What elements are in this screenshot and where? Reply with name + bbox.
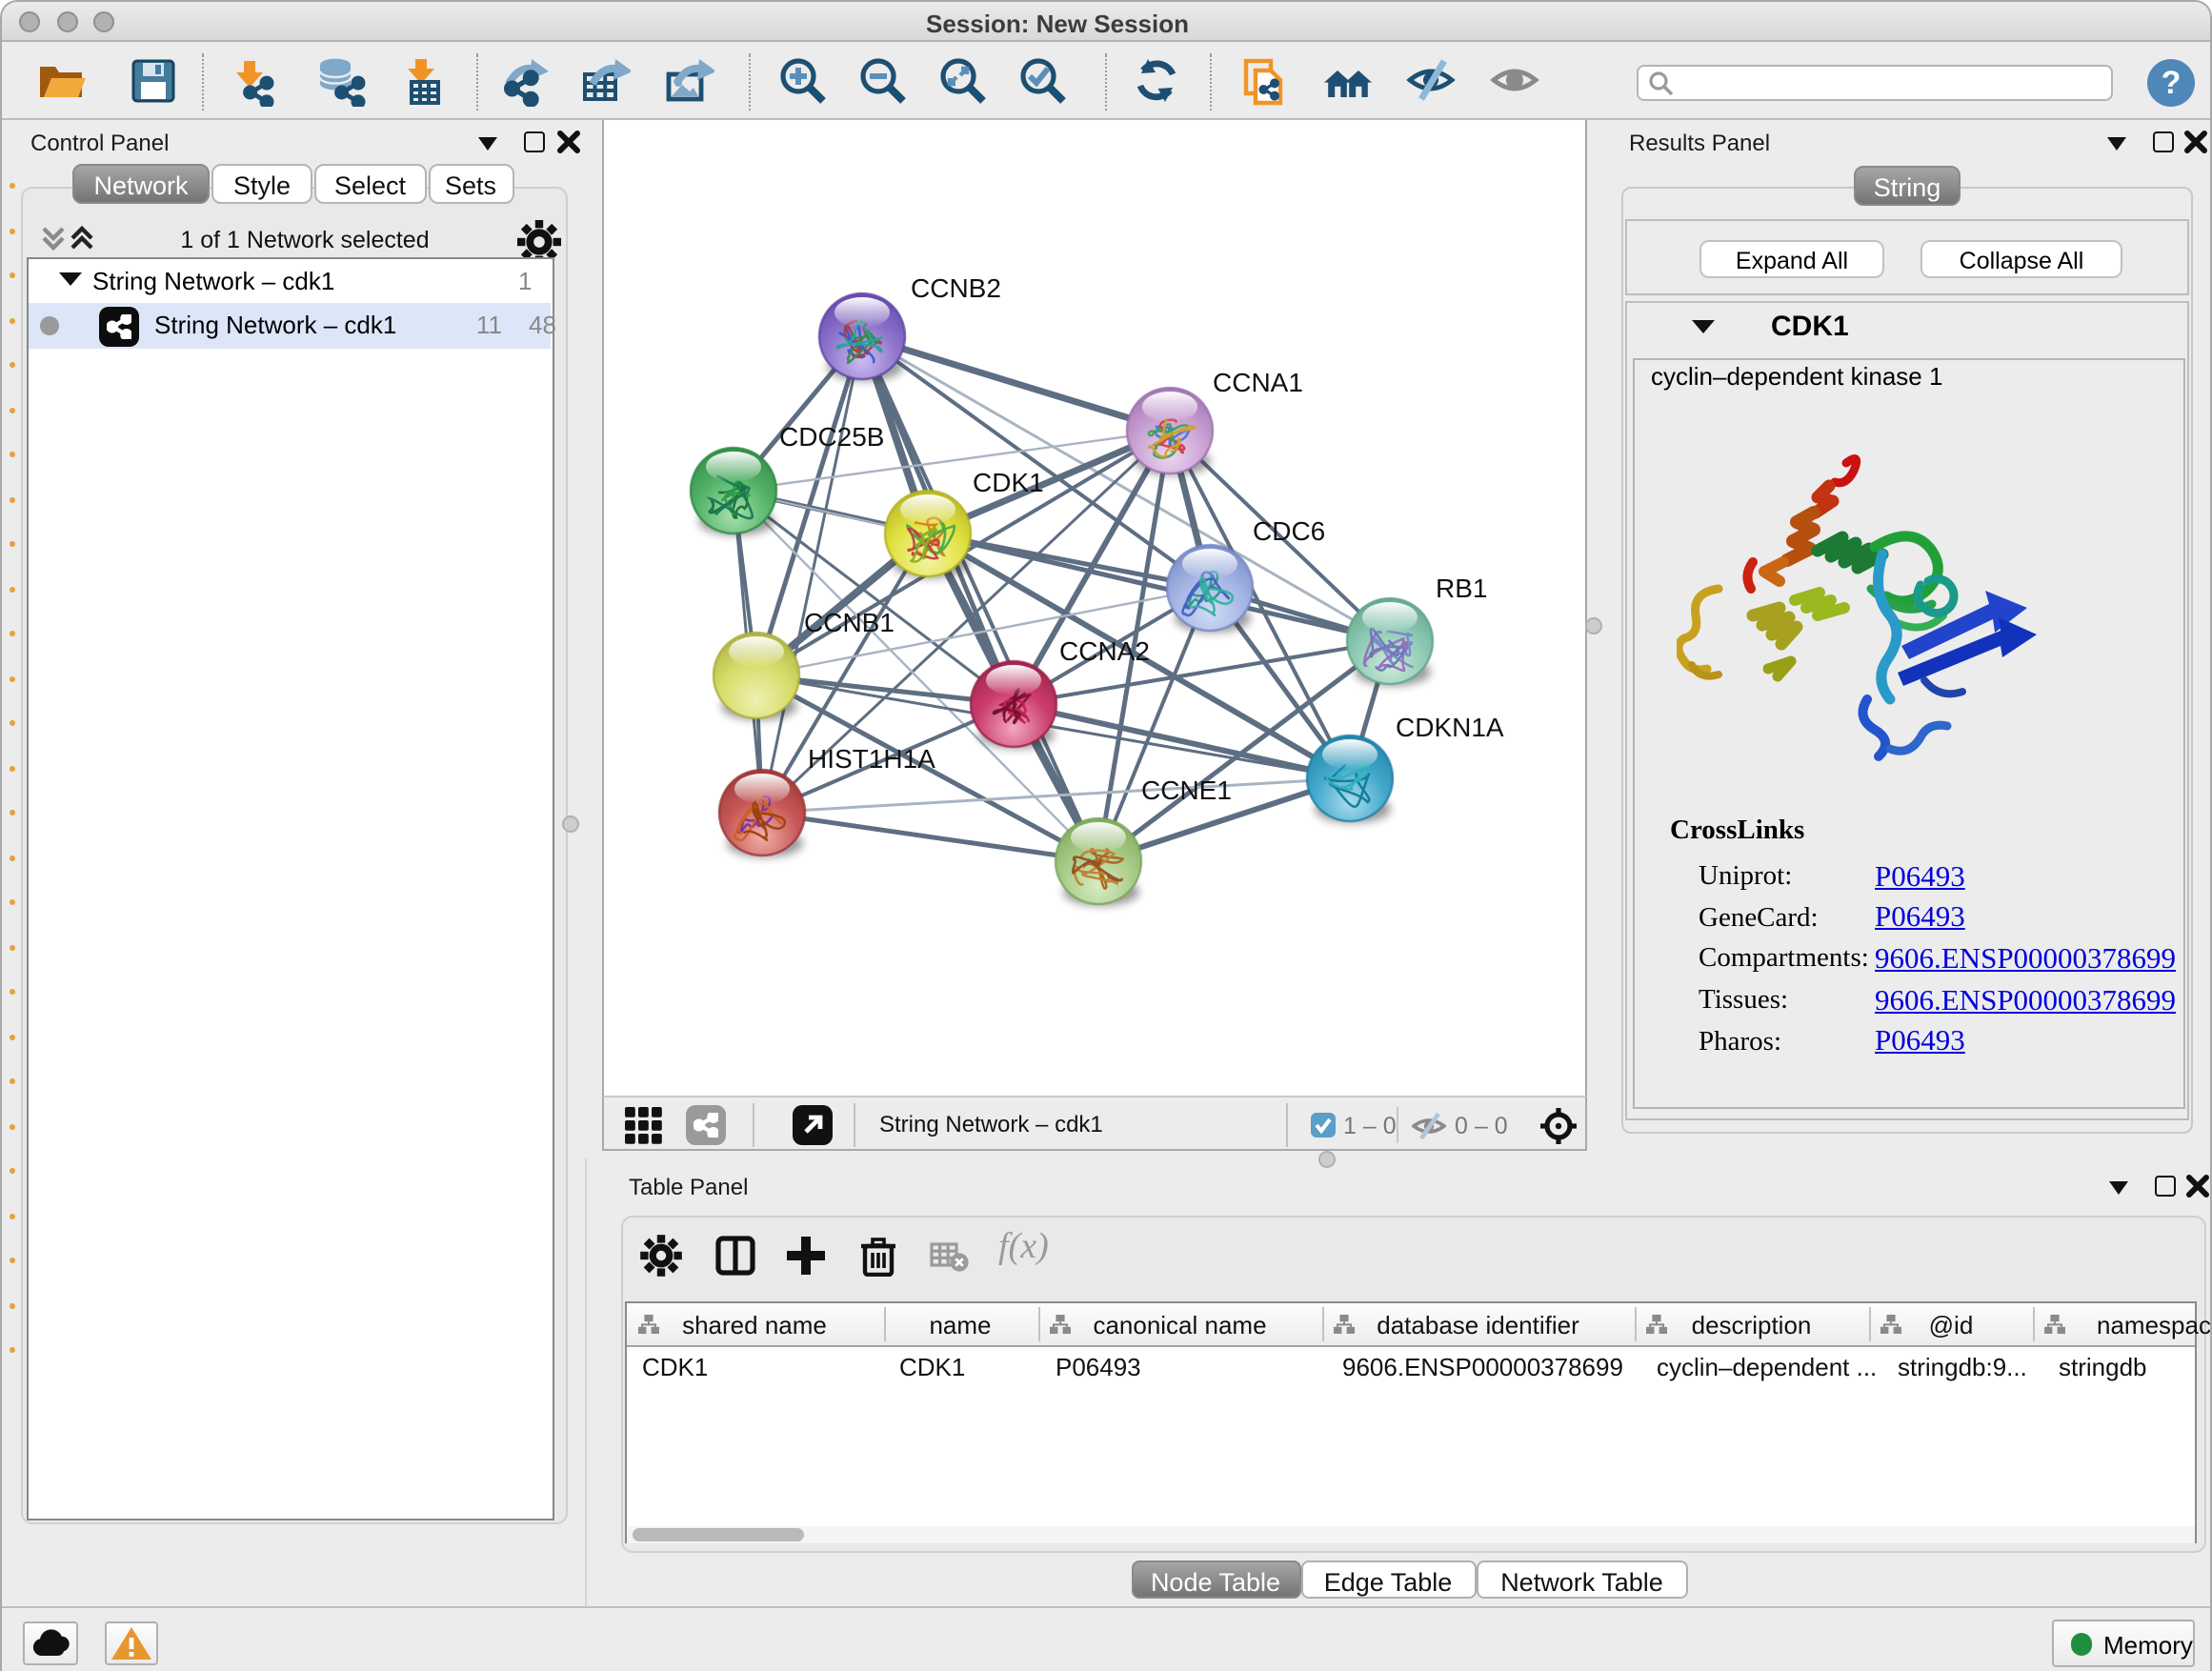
svg-text:CDC6: CDC6 bbox=[1253, 516, 1325, 546]
svg-text:HIST1H1A: HIST1H1A bbox=[808, 744, 935, 774]
svg-text:CCNE1: CCNE1 bbox=[1141, 775, 1232, 805]
svg-text:CCNB2: CCNB2 bbox=[911, 273, 1001, 303]
svg-text:CCNB1: CCNB1 bbox=[804, 608, 895, 637]
svg-text:CCNA1: CCNA1 bbox=[1213, 368, 1303, 397]
svg-text:RB1: RB1 bbox=[1436, 574, 1487, 603]
svg-text:CDK1: CDK1 bbox=[973, 468, 1044, 497]
svg-text:CDKN1A: CDKN1A bbox=[1396, 713, 1504, 742]
svg-text:CCNA2: CCNA2 bbox=[1059, 636, 1150, 666]
svg-text:CDC25B: CDC25B bbox=[779, 422, 884, 452]
